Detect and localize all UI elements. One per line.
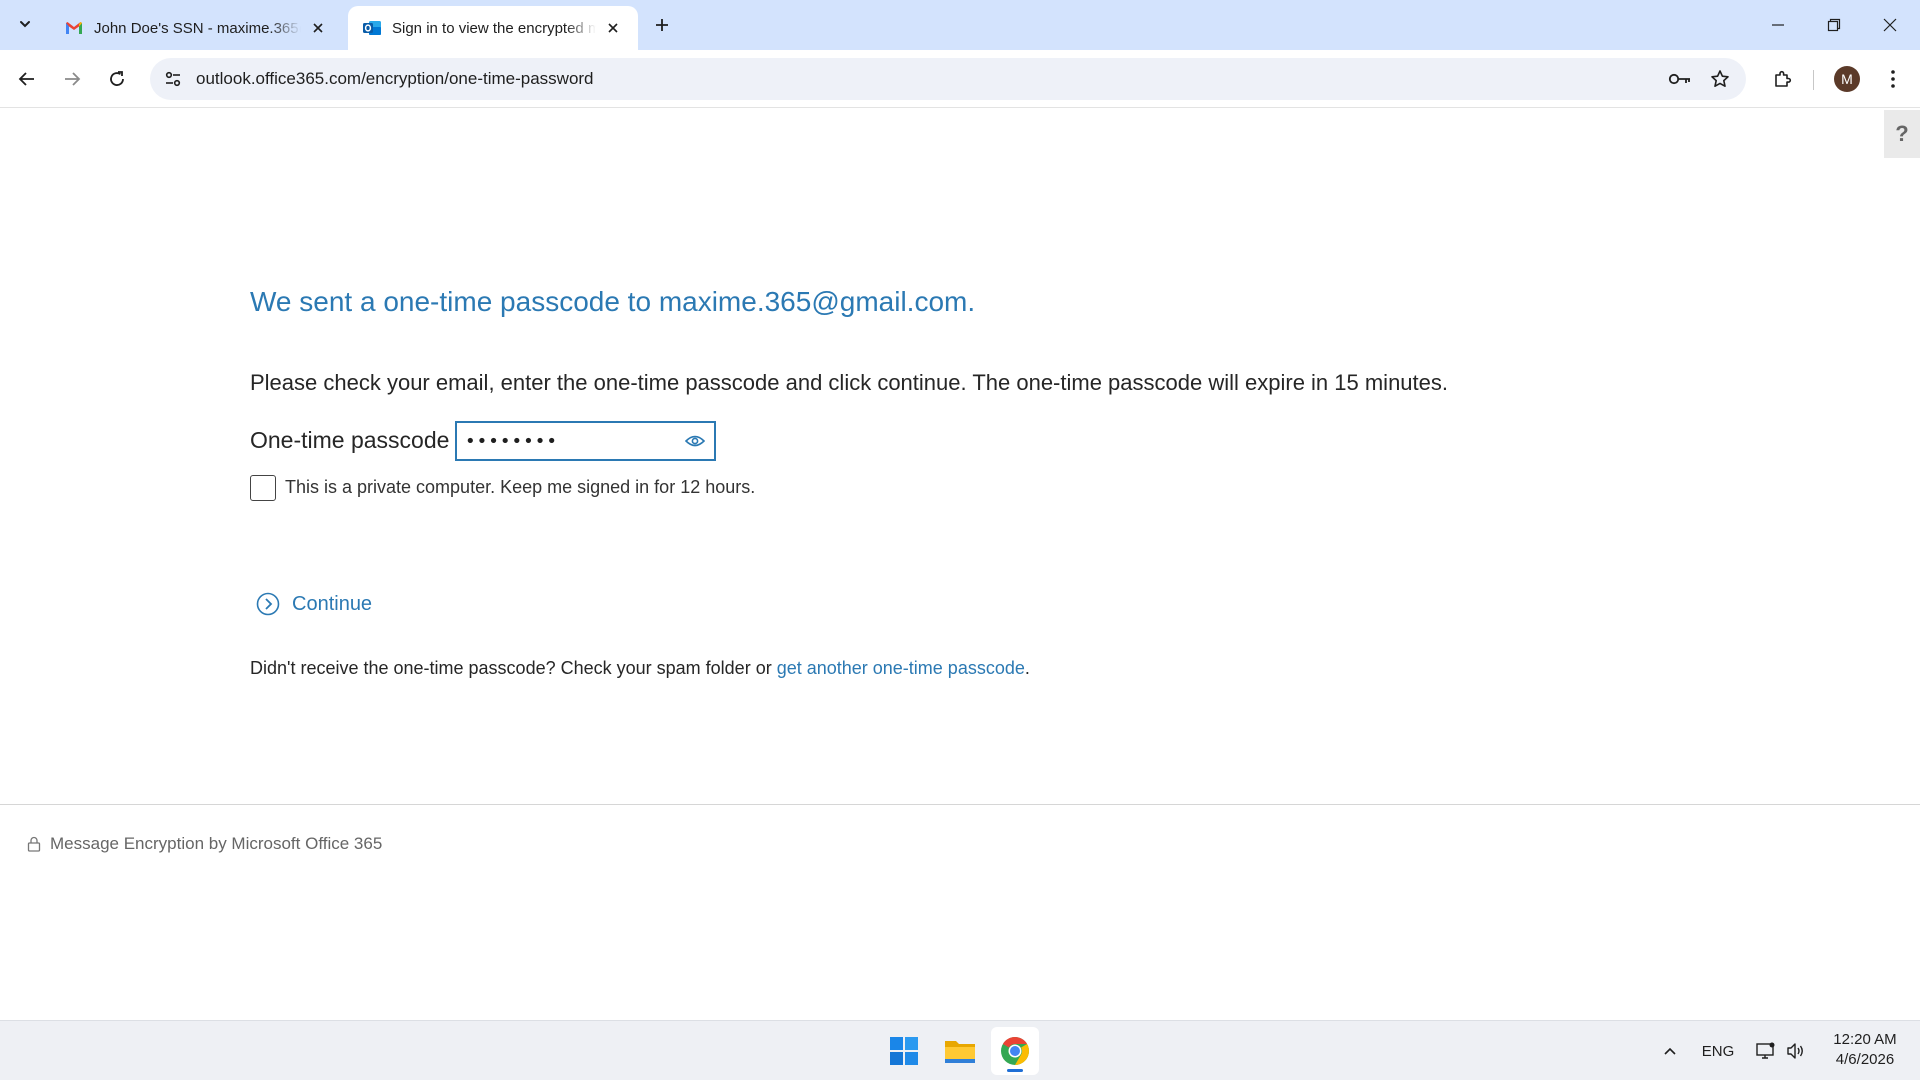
instructions-text: Please check your email, enter the one-t… <box>250 370 1449 395</box>
footer: Message Encryption by Microsoft Office 3… <box>27 834 382 854</box>
close-icon <box>608 23 618 33</box>
minimize-icon <box>1772 24 1784 26</box>
clock[interactable]: 12:20 AM 4/6/2026 <box>1820 1030 1910 1070</box>
url-text: outlook.office365.com/encryption/one-tim… <box>196 69 594 88</box>
chevron-down-icon <box>20 21 30 28</box>
browser-menu-button[interactable] <box>1876 62 1910 96</box>
extensions-button[interactable] <box>1766 62 1800 96</box>
star-icon <box>1711 70 1729 87</box>
get-another-passcode-link[interactable]: get another one-time passcode <box>777 658 1025 678</box>
chevron-right-circle-icon <box>256 592 280 616</box>
page-title: We sent a one-time passcode to maxime.36… <box>250 286 976 317</box>
resend-suffix: . <box>1024 658 1030 678</box>
chrome-taskbar-button[interactable] <box>991 1027 1039 1075</box>
arrow-right-icon <box>65 72 81 86</box>
clock-date: 4/6/2026 <box>1835 1051 1895 1068</box>
close-icon <box>1883 18 1897 32</box>
taskbar: ENG 12:20 AM 4/6/2026 <box>0 1020 1920 1080</box>
browser-toolbar: outlook.office365.com/encryption/one-tim… <box>0 50 1920 108</box>
profile-avatar[interactable]: M <box>1834 66 1860 92</box>
minimize-button[interactable] <box>1750 0 1806 50</box>
password-manager-button[interactable] <box>1666 66 1694 92</box>
restore-button[interactable] <box>1806 0 1862 50</box>
clock-time: 12:20 AM <box>1833 1031 1897 1048</box>
key-icon <box>1668 73 1690 85</box>
start-button[interactable] <box>880 1027 928 1075</box>
footer-divider <box>0 804 1920 805</box>
chevron-up-icon <box>1664 1047 1676 1055</box>
volume-button[interactable] <box>1782 1021 1810 1080</box>
close-tab-button[interactable] <box>307 17 329 39</box>
back-button[interactable] <box>10 62 44 96</box>
keep-signed-in-label: This is a private computer. Keep me sign… <box>285 477 756 497</box>
show-hidden-icons-button[interactable] <box>1656 1021 1684 1080</box>
active-app-indicator <box>1007 1069 1023 1072</box>
close-window-button[interactable] <box>1862 0 1918 50</box>
network-icon <box>1756 1042 1775 1059</box>
toolbar-divider <box>1813 70 1814 90</box>
speaker-icon <box>1787 1043 1803 1059</box>
plus-icon <box>656 19 668 31</box>
more-vertical-icon <box>1891 70 1895 88</box>
resend-text: Didn't receive the one-time passcode? Ch… <box>250 658 1030 679</box>
tune-icon <box>165 71 181 87</box>
passcode-label: One-time passcode <box>250 427 450 453</box>
help-button[interactable]: ? <box>1884 110 1920 158</box>
folder-icon <box>945 1041 975 1063</box>
reload-button[interactable] <box>100 62 134 96</box>
continue-button[interactable]: Continue <box>256 592 372 616</box>
outlook-icon <box>363 21 381 35</box>
puzzle-icon <box>1775 70 1792 87</box>
arrow-left-icon <box>18 72 34 86</box>
eye-icon <box>685 435 705 447</box>
lock-icon <box>27 836 41 852</box>
tab-title: Sign in to view the encrypted message <box>392 19 596 37</box>
reload-icon <box>110 71 124 86</box>
tab-strip: John Doe's SSN - maxime.365@gmail.com - … <box>0 0 1920 50</box>
tab-outlook[interactable]: Sign in to view the encrypted message <box>348 6 638 50</box>
gmail-icon <box>66 22 82 34</box>
footer-text: Message Encryption by Microsoft Office 3… <box>50 834 383 853</box>
site-info-button[interactable] <box>160 66 186 92</box>
bookmark-button[interactable] <box>1706 66 1734 92</box>
address-bar[interactable]: outlook.office365.com/encryption/one-tim… <box>150 58 1746 100</box>
passcode-field[interactable] <box>455 421 716 461</box>
windows-icon <box>890 1037 918 1065</box>
passcode-input[interactable] <box>465 427 675 455</box>
language-indicator[interactable]: ENG <box>1694 1021 1742 1080</box>
resend-prefix: Didn't receive the one-time passcode? Ch… <box>250 658 777 678</box>
restore-icon <box>1827 18 1841 32</box>
file-explorer-button[interactable] <box>936 1027 984 1075</box>
close-icon <box>313 23 323 33</box>
tab-title: John Doe's SSN - maxime.365@gmail.com - … <box>94 19 301 37</box>
show-passcode-button[interactable] <box>684 432 706 450</box>
new-tab-button[interactable] <box>648 11 676 39</box>
keep-signed-in-checkbox[interactable] <box>250 475 276 501</box>
tab-search-button[interactable] <box>11 10 39 38</box>
close-tab-button[interactable] <box>602 17 624 39</box>
forward-button[interactable] <box>55 62 89 96</box>
tab-gmail[interactable]: John Doe's SSN - maxime.365@gmail.com - … <box>50 6 343 50</box>
chrome-icon <box>1001 1037 1029 1065</box>
network-button[interactable] <box>1752 1021 1780 1080</box>
continue-label: Continue <box>292 592 373 615</box>
